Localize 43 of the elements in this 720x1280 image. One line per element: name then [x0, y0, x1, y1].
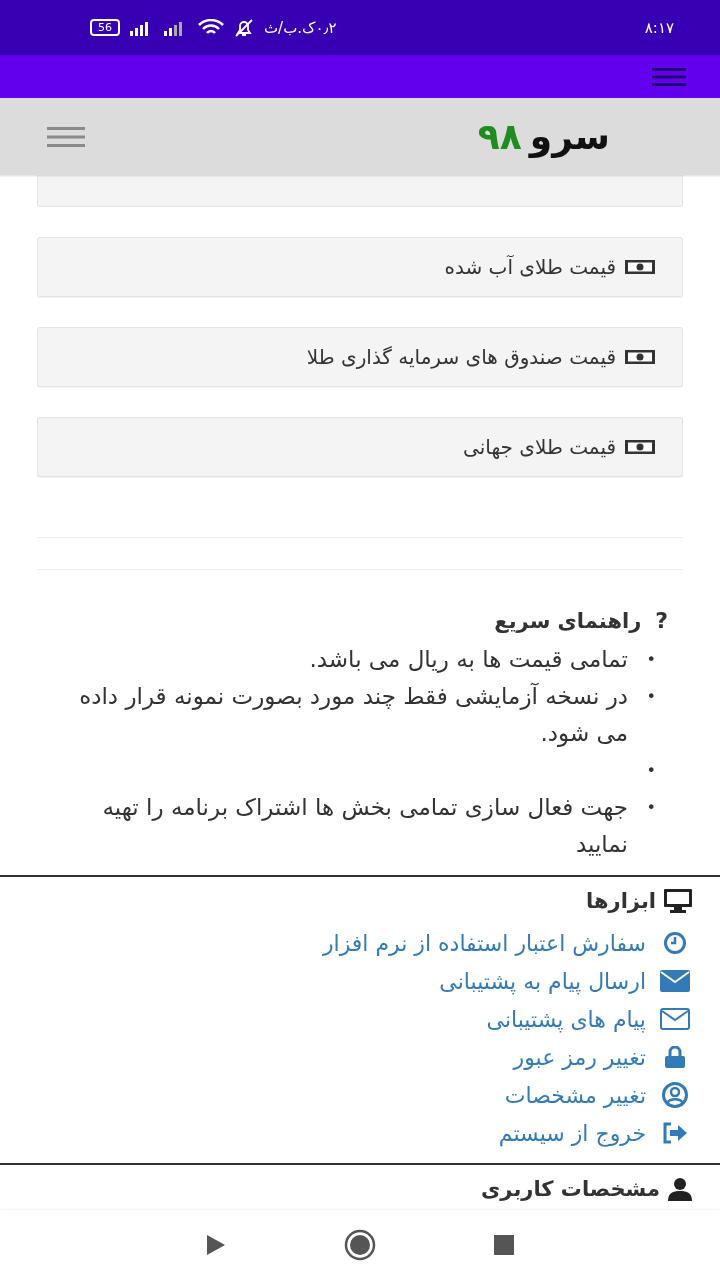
menu-icon[interactable] [652, 65, 686, 88]
sign-out-icon [662, 1122, 688, 1144]
tool-link[interactable]: تغییر رمز عبور [513, 1044, 646, 1070]
tool-link[interactable]: ارسال پیام به پشتیبانی [439, 968, 646, 994]
user-section-title: مشخصات کاربری [481, 1177, 660, 1201]
card-label: قیمت طلای جهانی [463, 435, 616, 459]
bullet: • [645, 797, 656, 819]
bullet: • [645, 760, 656, 782]
site-logo[interactable]: سرو ۹۸ [477, 116, 610, 157]
help-item: تمامی قیمت ها به ریال می باشد. [309, 645, 628, 675]
card-label: قیمت طلای آب شده [444, 255, 616, 279]
help-title: راهنمای سریع [494, 608, 642, 633]
banknote-icon [624, 259, 656, 275]
bullet: • [645, 649, 656, 671]
user-circle-icon [662, 1082, 688, 1108]
help-item: در نسخه آزمایشی فقط چند مورد بصورت نمونه قرار داده می شود. [78, 681, 628, 749]
price-card[interactable]: قیمت صندوق های سرمایه گذاری طلا [37, 327, 683, 387]
banknote-icon [624, 439, 656, 455]
envelope-icon [660, 1008, 690, 1030]
envelope-icon [660, 970, 690, 992]
back-icon[interactable] [206, 1234, 226, 1256]
tool-link[interactable]: خروج از سیستم [498, 1120, 646, 1146]
help-item: جهت فعال سازی تمامی بخش ها اشتراک برنامه را تهیه نمایید [101, 793, 628, 859]
network-speed: ۰٫۲ک.ب/ث [264, 18, 337, 37]
tool-link[interactable]: پیام های پشتیبانی [486, 1006, 646, 1032]
menu-icon[interactable] [46, 125, 86, 148]
question-icon: ? [655, 608, 668, 633]
tools-title: ابزارها [586, 889, 656, 913]
price-card[interactable]: قیمت طلای جهانی [37, 417, 683, 477]
home-icon[interactable] [344, 1229, 376, 1261]
muted-bell-icon [234, 17, 254, 38]
monitor-icon [664, 889, 692, 913]
tool-link[interactable]: تغییر مشخصات [504, 1082, 646, 1108]
tool-link[interactable]: سفارش اعتبار استفاده از نرم افزار [322, 930, 646, 956]
lock-icon [665, 1046, 685, 1068]
battery-icon: 56 [90, 19, 120, 36]
banknote-icon [624, 349, 656, 365]
clock-icon [663, 931, 687, 955]
user-icon [668, 1177, 692, 1201]
clock-text: ۸:۱۷ [644, 18, 674, 37]
price-card[interactable]: قیمت طلای آب شده [37, 237, 683, 297]
bullet: • [645, 686, 656, 708]
card-label: قیمت صندوق های سرمایه گذاری طلا [306, 345, 616, 369]
